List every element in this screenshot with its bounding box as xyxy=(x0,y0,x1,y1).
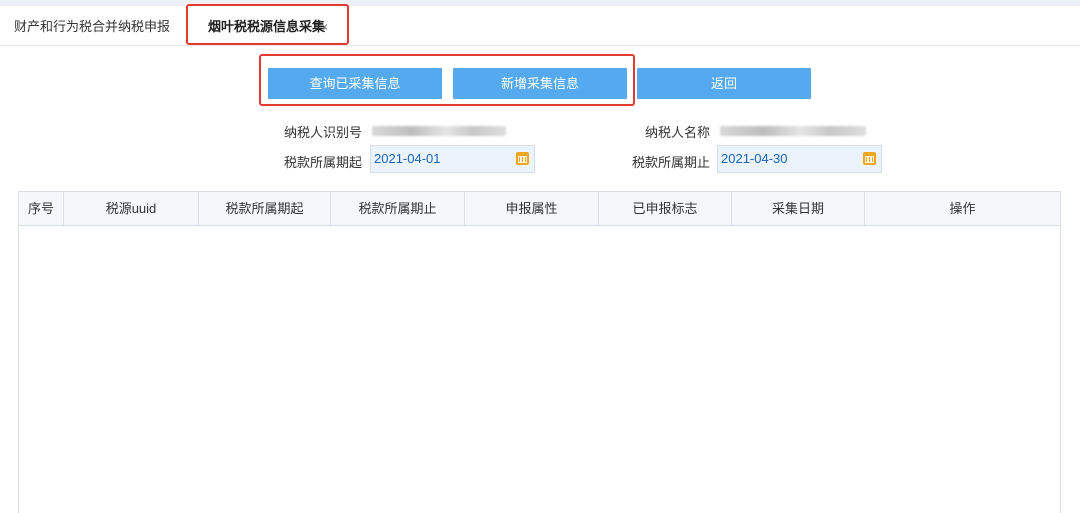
period-start-value: 2021-04-01 xyxy=(374,151,441,166)
taxpayer-id-label: 纳税人识别号 xyxy=(283,125,362,140)
column-header-period-end[interactable]: 税款所属期止 xyxy=(331,192,465,225)
column-header-collection-date[interactable]: 采集日期 xyxy=(732,192,865,225)
table-header: 序号 税源uuid 税款所属期起 税款所属期止 申报属性 已申报标志 采集日期 … xyxy=(19,192,1060,226)
period-end-field[interactable]: 2021-04-30 xyxy=(717,145,882,173)
period-end-label: 税款所属期止 xyxy=(631,155,710,170)
tab-bar: 财产和行为税合并纳税申报 烟叶税税源信息采集 × xyxy=(0,6,1080,46)
period-end-value: 2021-04-30 xyxy=(721,151,788,166)
calendar-icon[interactable] xyxy=(863,152,876,165)
column-header-operation[interactable]: 操作 xyxy=(865,192,1060,225)
column-header-index[interactable]: 序号 xyxy=(19,192,64,225)
calendar-icon[interactable] xyxy=(516,152,529,165)
column-header-declaration-attribute[interactable]: 申报属性 xyxy=(465,192,599,225)
period-start-label: 税款所属期起 xyxy=(283,155,362,170)
column-header-period-start[interactable]: 税款所属期起 xyxy=(199,192,331,225)
taxpayer-id-value-redacted xyxy=(372,126,506,136)
back-button[interactable]: 返回 xyxy=(637,68,811,99)
results-table: 序号 税源uuid 税款所属期起 税款所属期止 申报属性 已申报标志 采集日期 … xyxy=(18,191,1061,513)
column-header-source-uuid[interactable]: 税源uuid xyxy=(64,192,199,225)
tab-combined-tax-declaration[interactable]: 财产和行为税合并纳税申报 xyxy=(14,12,170,42)
taxpayer-name-value-redacted xyxy=(720,126,866,136)
tab-highlight-box xyxy=(186,4,349,45)
taxpayer-name-label: 纳税人名称 xyxy=(644,125,710,140)
column-header-declared-flag[interactable]: 已申报标志 xyxy=(599,192,732,225)
buttons-highlight-box xyxy=(259,54,635,106)
period-start-field[interactable]: 2021-04-01 xyxy=(370,145,535,173)
